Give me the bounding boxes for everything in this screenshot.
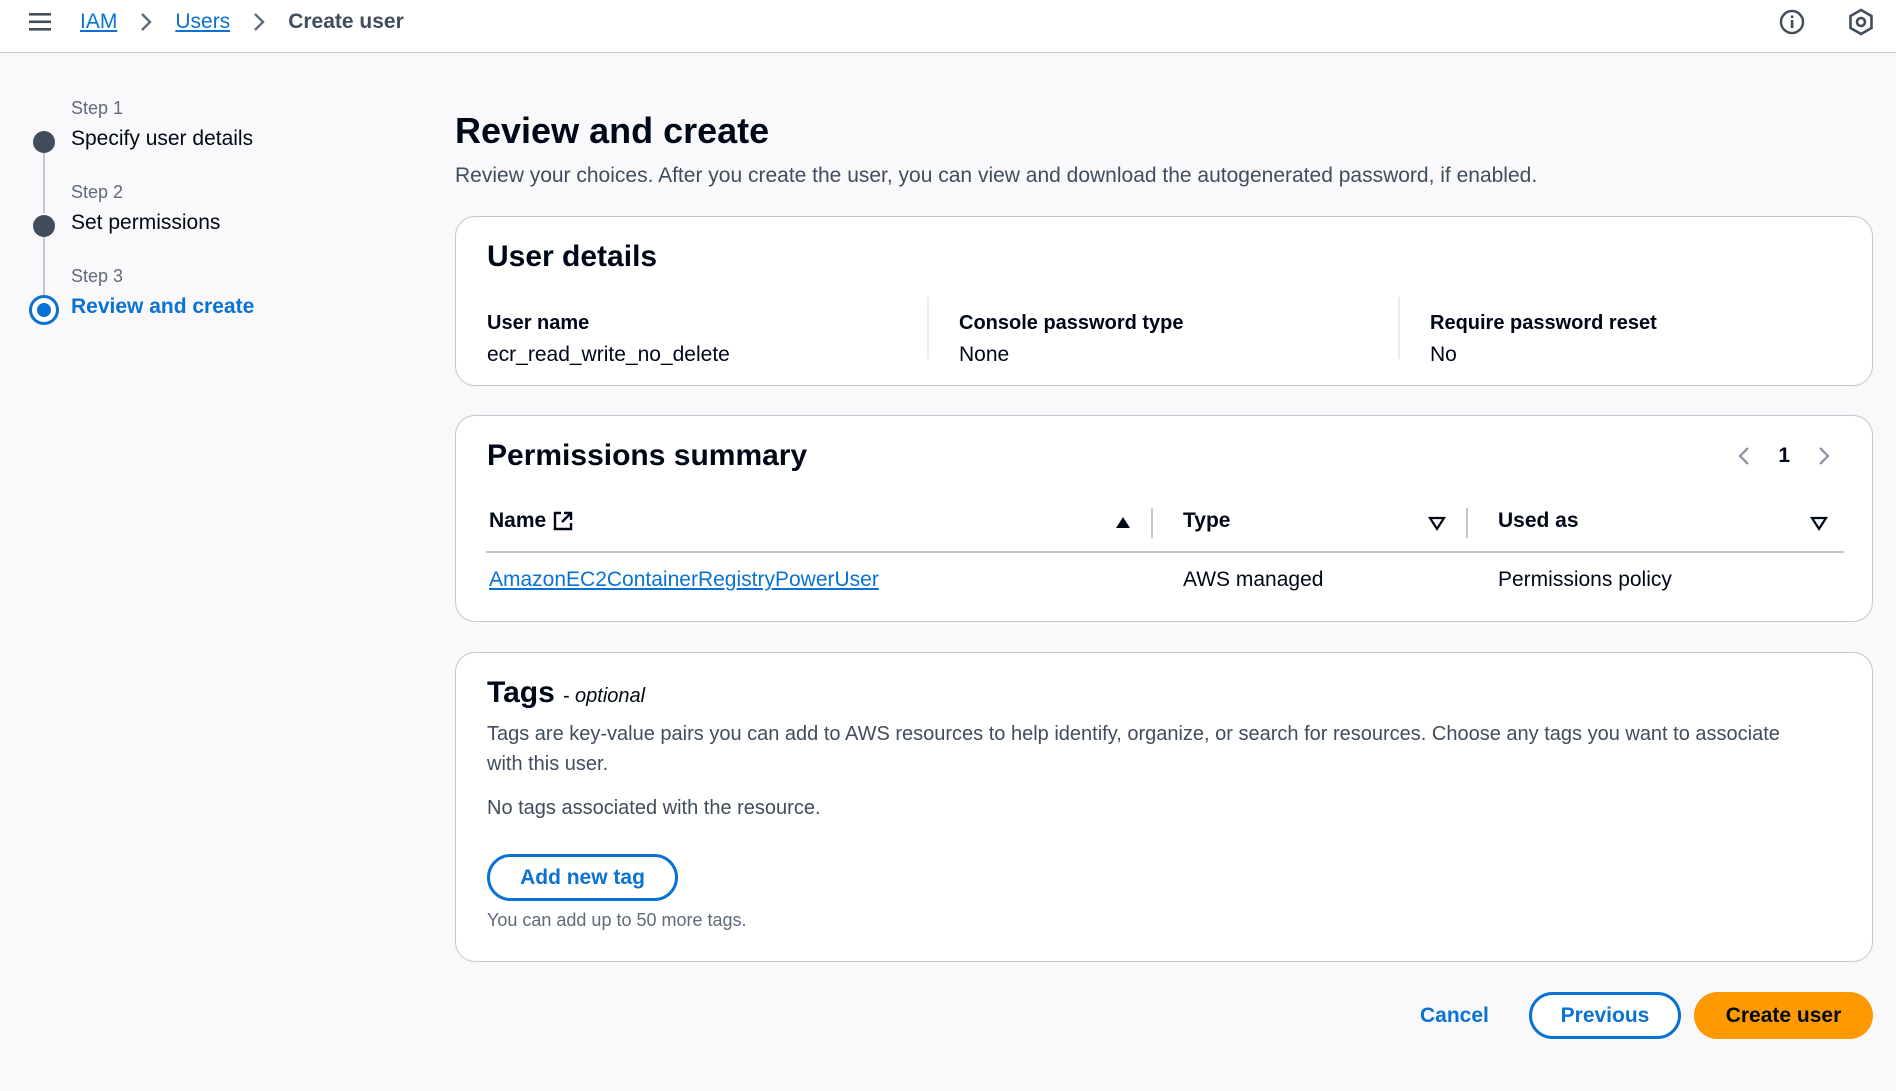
cancel-button[interactable]: Cancel [1420, 1004, 1489, 1028]
column-divider [1151, 508, 1153, 538]
page-number[interactable]: 1 [1778, 444, 1790, 468]
column-header-type[interactable]: Type [1183, 509, 1230, 533]
sort-descending-icon[interactable] [1810, 514, 1828, 532]
tags-description: Tags are key-value pairs you can add to … [487, 723, 1780, 775]
step-number: Step 1 [71, 98, 124, 118]
breadcrumb-users-link[interactable]: Users [175, 10, 230, 34]
pagination: 1 [1734, 444, 1834, 468]
user-name-field: User name ecr_read_write_no_delete [487, 312, 730, 374]
chevron-right-icon [141, 13, 153, 31]
policy-type: AWS managed [1183, 568, 1324, 591]
external-link-icon [554, 511, 573, 531]
step-number: Step 3 [71, 266, 124, 286]
column-header-label: Type [1183, 509, 1231, 532]
permissions-summary-card: Permissions summary 1 Name Type Used as … [455, 415, 1873, 622]
step-connector [43, 237, 45, 297]
step-complete-indicator [33, 215, 55, 237]
step-active-indicator [29, 295, 59, 325]
create-user-button[interactable]: Create user [1694, 992, 1873, 1039]
chevron-right-icon[interactable] [1812, 445, 1834, 467]
tags-hint: You can add up to 50 more tags. [487, 910, 747, 930]
step-connector [43, 153, 45, 213]
top-navigation-bar: IAM Users Create user [0, 0, 1896, 53]
menu-icon[interactable] [27, 9, 55, 35]
field-label: User name [487, 312, 590, 334]
column-header-label: Used as [1498, 509, 1579, 532]
info-icon[interactable] [1777, 7, 1807, 37]
policy-used-as: Permissions policy [1498, 568, 1672, 591]
tags-empty-state: No tags associated with the resource. [487, 797, 821, 819]
page-description: Review your choices. After you create th… [455, 164, 1538, 187]
breadcrumb-iam-link[interactable]: IAM [80, 10, 117, 34]
user-details-card: User details User name ecr_read_write_no… [455, 216, 1873, 386]
console-password-type-field: Console password type None [959, 312, 1184, 374]
tags-title: Tags - optional [487, 676, 645, 710]
breadcrumb: IAM Users Create user [80, 8, 404, 36]
tags-card: Tags - optional Tags are key-value pairs… [455, 652, 1873, 962]
tags-optional-label: - optional [562, 685, 646, 707]
chevron-right-icon [254, 13, 265, 31]
policy-name-link[interactable]: AmazonEC2ContainerRegistryPowerUser [489, 568, 879, 592]
column-divider [1466, 508, 1468, 538]
chevron-left-icon[interactable] [1734, 445, 1756, 467]
add-new-tag-button[interactable]: Add new tag [487, 854, 678, 901]
column-header-name[interactable]: Name [489, 509, 574, 533]
permissions-summary-title: Permissions summary [487, 439, 808, 472]
require-password-reset-field: Require password reset No [1430, 312, 1657, 374]
divider [927, 297, 929, 359]
column-header-used-as[interactable]: Used as [1498, 509, 1579, 533]
column-header-label: Name [489, 509, 547, 532]
divider [1398, 297, 1400, 359]
step-complete-indicator [33, 131, 55, 153]
breadcrumb-current: Create user [288, 10, 404, 33]
field-value: ecr_read_write_no_delete [487, 343, 730, 366]
sort-ascending-icon[interactable] [1114, 514, 1132, 532]
page-title: Review and create [455, 110, 770, 151]
previous-button[interactable]: Previous [1529, 992, 1681, 1039]
field-value: None [959, 343, 1010, 366]
sort-descending-icon[interactable] [1428, 514, 1446, 532]
field-label: Console password type [959, 312, 1184, 334]
step-title-active[interactable]: Review and create [71, 295, 254, 319]
tags-title-text: Tags [487, 676, 555, 709]
step-number: Step 2 [71, 182, 124, 202]
step-title: Specify user details [71, 127, 254, 150]
settings-hexagon-icon[interactable] [1846, 7, 1876, 37]
user-details-title: User details [487, 240, 658, 273]
field-value: No [1430, 343, 1457, 366]
table-header-divider [486, 551, 1844, 553]
step-title: Set permissions [71, 211, 221, 234]
field-label: Require password reset [1430, 312, 1657, 334]
